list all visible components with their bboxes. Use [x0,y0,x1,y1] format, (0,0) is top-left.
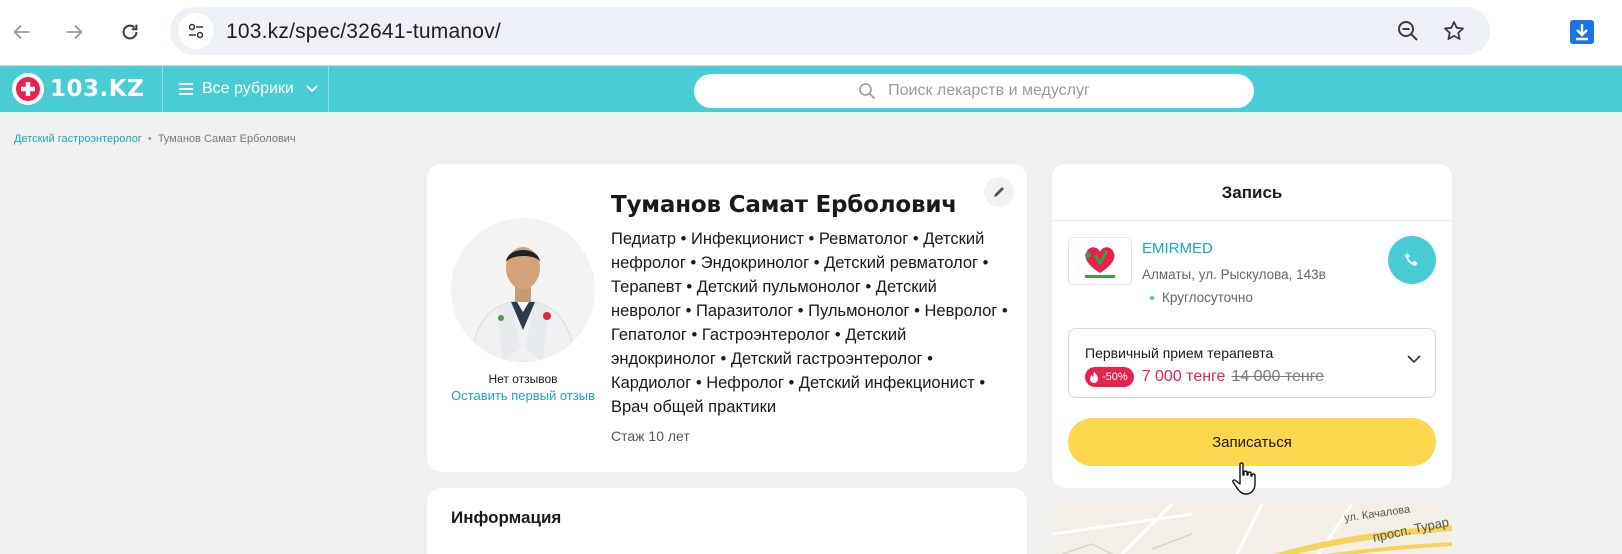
doctor-profile-card: Нет отзывов Оставить первый отзыв Тумано… [427,164,1027,472]
doctor-experience: Стаж 10 лет [611,428,690,444]
download-button[interactable] [1566,16,1598,48]
header-divider [328,66,329,112]
zoom-button[interactable] [1394,17,1422,45]
clinic-hours: Круглосуточно [1150,290,1253,305]
service-select[interactable]: Первичный прием терапевта -50% 7 000 тен… [1068,328,1436,398]
no-reviews-text: Нет отзывов [488,372,558,386]
information-card: Информация [427,488,1027,554]
edit-button[interactable] [984,177,1014,207]
search-icon [859,83,876,100]
booking-title: Запись [1221,183,1283,202]
leave-first-review-link[interactable]: Оставить первый отзыв [451,388,595,404]
breadcrumb-separator: • [147,133,152,145]
doctor-photo [451,218,595,362]
browser-toolbar: 103.kz/spec/32641-tumanov/ [0,0,1622,66]
logo-text: 103.KZ [50,76,145,102]
clinic-hours-text: Круглосуточно [1162,290,1253,305]
tune-icon [188,23,204,39]
chevron-down-icon [306,85,318,93]
search-placeholder: Поиск лекарств и медуслуг [888,82,1090,99]
doctor-specialties: Педиатр • Инфекционист • Ревматолог • Де… [611,230,1008,416]
arrow-right-icon [66,24,83,40]
pencil-icon [994,187,1004,197]
zoom-out-icon [1398,21,1418,41]
site-info-button[interactable] [178,13,214,49]
clinic-address: Алматы, ул. Рыскулова, 143в [1142,267,1326,282]
map-preview[interactable]: ул. Качалова просп. Турар [1052,504,1452,554]
arrow-left-icon [13,24,30,40]
rubrics-label: Все рубрики [202,80,294,97]
hand-cursor-icon [1232,462,1256,495]
phone-icon [1405,253,1418,266]
price-new: 7 000 тенге [1141,368,1226,385]
booking-card: Запись EMIRMED Алматы, ул. Рыскулова, 14… [1052,164,1452,488]
all-rubrics-menu[interactable]: Все рубрики [178,66,318,112]
breadcrumb: Детский гастроэнтеролог • Туманов Самат … [14,133,296,145]
star-icon [1444,21,1464,40]
information-title: Информация [451,508,562,527]
call-button[interactable] [1388,236,1436,284]
url-text[interactable]: 103.kz/spec/32641-tumanov/ [226,20,501,44]
fire-icon [1090,371,1098,383]
download-icon [1570,20,1594,44]
header-divider [162,66,163,112]
address-bar[interactable]: 103.kz/spec/32641-tumanov/ [170,7,1490,55]
chevron-down-icon [1407,355,1421,364]
price-old: 14 000 тенге [1231,368,1325,385]
discount-text: -50% [1102,371,1128,383]
bookmark-button[interactable] [1440,17,1468,45]
back-button[interactable] [4,14,40,50]
medical-cross-icon [12,73,44,105]
doctor-name: Туманов Самат Ерболович [611,192,957,218]
clinic-name-link[interactable]: EMIRMED [1142,240,1213,257]
reload-icon [122,24,138,40]
hamburger-icon [179,83,193,95]
book-appointment-button[interactable]: Записаться [1068,418,1436,466]
booking-divider [1052,220,1452,221]
search-input[interactable]: Поиск лекарств и медуслуг [694,74,1254,108]
discount-badge: -50% [1085,367,1134,387]
site-logo[interactable]: 103.KZ [12,72,144,106]
service-name: Первичный прием терапевта [1085,345,1274,361]
reload-button[interactable] [112,14,148,50]
status-dot-icon [1150,295,1154,300]
breadcrumb-current: Туманов Самат Ерболович [157,133,296,145]
forward-button[interactable] [56,14,92,50]
book-appointment-label: Записаться [1212,433,1292,451]
service-prices: -50% 7 000 тенге 14 000 тенге [1085,367,1324,387]
breadcrumb-parent-link[interactable]: Детский гастроэнтеролог [14,133,142,145]
clinic-logo[interactable] [1068,237,1132,285]
